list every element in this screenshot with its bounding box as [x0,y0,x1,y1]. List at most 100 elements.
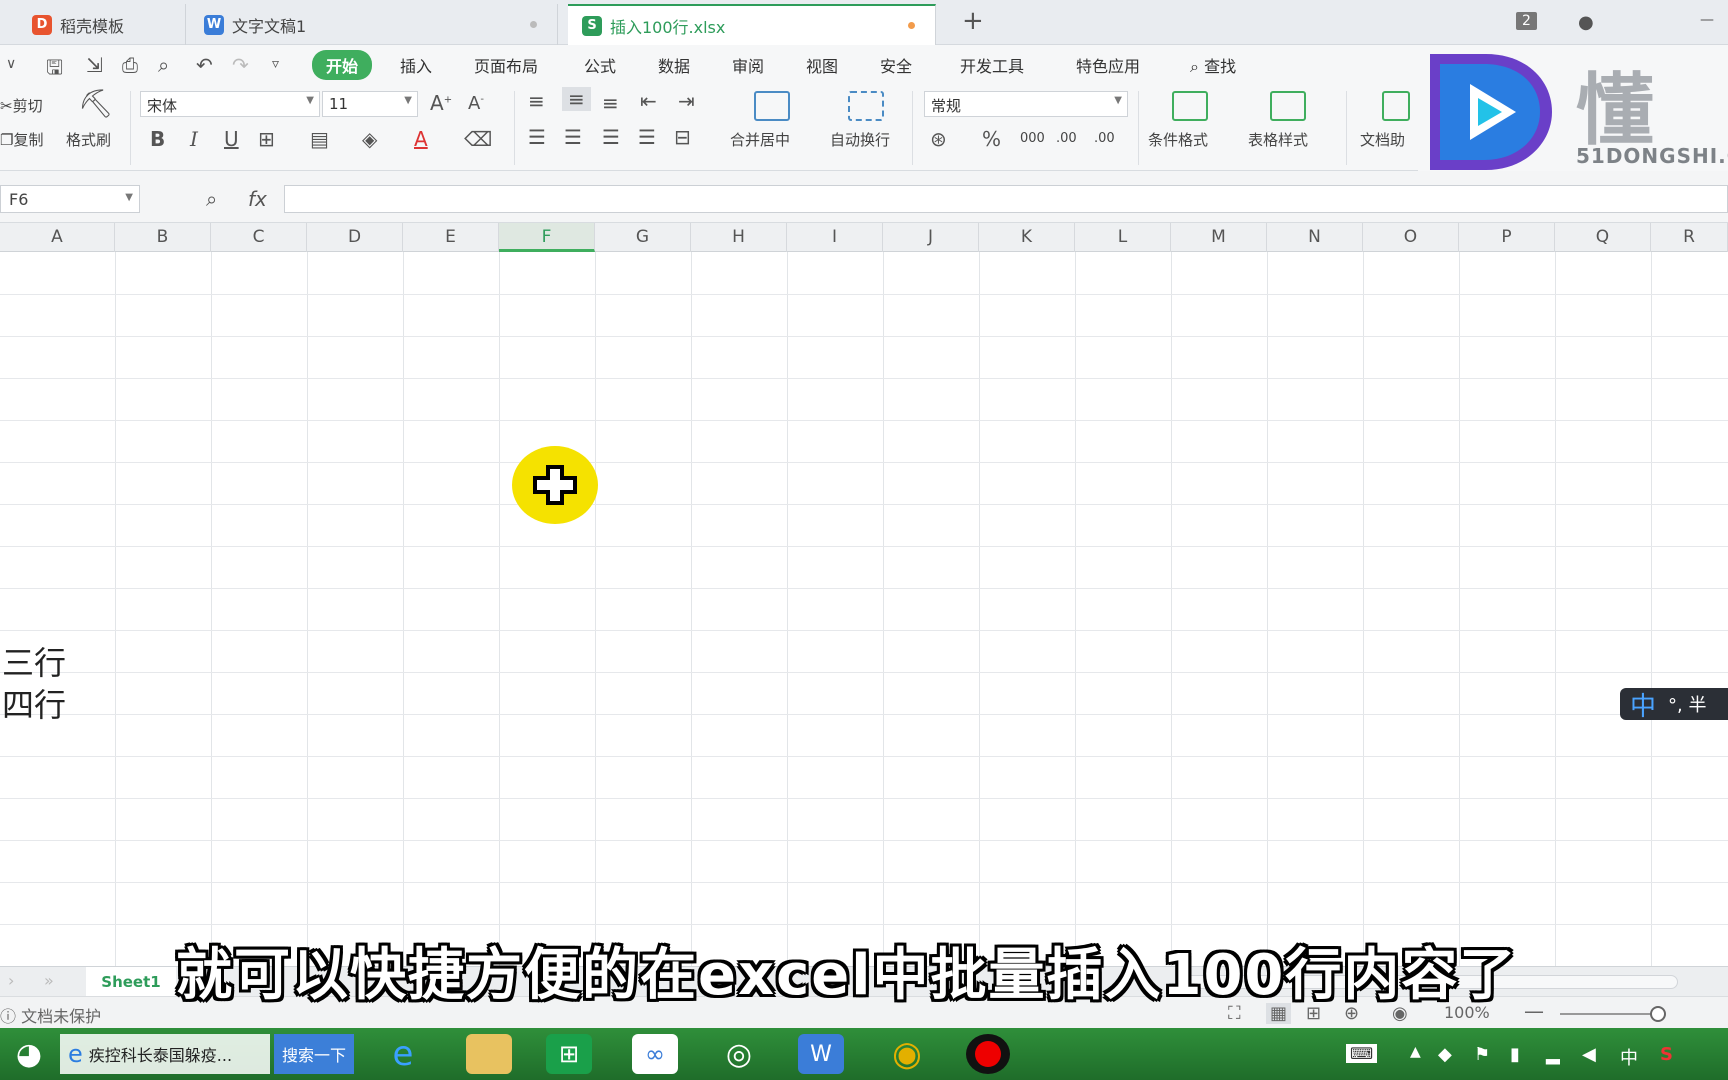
menu-special-features[interactable]: 特色应用 [1076,53,1140,77]
align-top-icon[interactable]: ≡ [528,89,545,113]
bold-button[interactable]: B [150,127,165,151]
tab-spreadsheet[interactable]: S 插入100行.xlsx [568,4,936,45]
increase-indent-icon[interactable]: ⇥ [678,89,695,113]
column-header-b[interactable]: B [115,223,211,252]
volume-icon[interactable]: ◀ [1582,1044,1596,1065]
keyboard-icon[interactable]: ⌨ [1346,1044,1378,1063]
spreadsheet-grid[interactable]: 三行 四行 [0,252,1728,970]
wrap-text-button[interactable]: 自动换行 [830,129,890,150]
column-header-k[interactable]: K [979,223,1075,252]
action-center-flag-icon[interactable]: ⚑ [1474,1044,1490,1065]
start-orb-icon[interactable]: ◕ [4,1034,54,1074]
tray-expand-icon[interactable]: ▲ [1410,1044,1421,1060]
column-header-l[interactable]: L [1075,223,1171,252]
360-browser-icon[interactable]: ◎ [716,1034,762,1074]
export-icon[interactable]: ⇲ [86,53,103,77]
column-header-g[interactable]: G [595,223,691,252]
merge-center-button[interactable]: 合并居中 [730,129,790,150]
align-center-icon[interactable]: ☰ [564,125,582,149]
document-assistant-button[interactable]: 文档助 [1360,129,1405,150]
increase-decimal-button[interactable]: .00 [1056,131,1077,146]
font-size-select[interactable]: 11 ▼ [322,91,418,117]
merge-center-icon[interactable] [754,91,790,121]
undo-icon[interactable]: ↶ [196,53,213,77]
taskbar-browser-window[interactable]: e 疾控科长泰国躲疫... [60,1034,270,1074]
formula-input[interactable] [284,185,1728,213]
decrease-font-button[interactable]: A- [468,93,484,114]
baidu-netdisk-icon[interactable]: ∞ [632,1034,678,1074]
distributed-align-icon[interactable]: ⊟ [674,125,691,149]
insert-function-button[interactable]: fx [248,187,267,211]
internet-explorer-icon[interactable]: e [380,1034,426,1074]
column-header-q[interactable]: Q [1555,223,1651,252]
column-header-j[interactable]: J [883,223,979,252]
italic-button[interactable]: I [190,127,198,151]
menu-insert[interactable]: 插入 [400,53,432,77]
taskbar-search-button[interactable]: 搜索一下 [274,1034,355,1074]
column-header-r[interactable]: R [1651,223,1728,252]
align-bottom-icon[interactable]: ≡ [602,91,619,115]
menu-view[interactable]: 视图 [806,53,838,77]
conditional-format-icon[interactable] [1172,91,1208,121]
currency-icon[interactable]: ⊛ [930,127,947,151]
thousands-separator-button[interactable]: 000 [1020,131,1045,146]
app-store-icon[interactable]: ⊞ [546,1034,592,1074]
window-count-badge[interactable]: 2 [1516,12,1537,30]
document-assistant-icon[interactable] [1382,91,1410,121]
print-preview-icon[interactable]: ⌕ [158,53,169,77]
number-format-select[interactable]: 常规 ▼ [924,91,1128,117]
column-header-c[interactable]: C [211,223,307,252]
column-header-o[interactable]: O [1363,223,1459,252]
wps-writer-icon[interactable]: W [798,1034,844,1074]
file-explorer-icon[interactable] [466,1034,512,1074]
customize-quick-access-icon[interactable]: ▿ [272,56,279,72]
cell-a-row3[interactable]: 三行 [2,638,66,684]
network-icon[interactable]: ▂ [1546,1044,1560,1065]
tab-writer-document[interactable]: W 文字文稿1 [190,4,558,45]
column-header-a[interactable]: A [0,223,115,252]
align-left-icon[interactable]: ☰ [528,125,546,149]
fill-color-icon[interactable]: ◈ [362,127,377,151]
cell-a-row4[interactable]: 四行 [2,680,66,726]
zoom-out-icon[interactable]: — [1524,999,1544,1023]
menu-review[interactable]: 审阅 [732,53,764,77]
menu-page-layout[interactable]: 页面布局 [474,53,538,77]
zoom-find-icon[interactable]: ⌕ [206,187,217,211]
zoom-slider-handle[interactable] [1650,1006,1666,1022]
menu-formulas[interactable]: 公式 [584,53,616,77]
column-header-e[interactable]: E [403,223,499,252]
copy-button[interactable]: ❐复制 [0,129,43,150]
column-header-p[interactable]: P [1459,223,1555,252]
cut-button[interactable]: ✂剪切 [0,95,43,116]
sheet-tab-sheet1[interactable]: Sheet1 [86,967,176,997]
chevron-down-icon[interactable]: ∨ [6,56,16,72]
border-icon[interactable]: ⊞ [258,127,275,151]
sheet-nav-last-icon[interactable]: » [44,971,54,990]
screen-recorder-icon[interactable] [966,1034,1010,1074]
battery-icon[interactable]: ▮ [1510,1044,1520,1065]
column-header-m[interactable]: M [1171,223,1267,252]
menu-start[interactable]: 开始 [312,50,373,80]
justify-icon[interactable]: ☰ [638,125,656,149]
tab-docer-templates[interactable]: D 稻壳模板 [18,4,186,45]
redo-icon[interactable]: ↷ [232,53,249,77]
table-style-icon[interactable] [1270,91,1306,121]
name-box[interactable]: F6 ▼ [0,185,140,213]
ime-status[interactable]: 中 °, 半 [1620,688,1728,722]
user-avatar-icon[interactable]: ● [1578,12,1594,33]
underline-button[interactable]: U [224,127,239,151]
zoom-slider[interactable] [1560,1013,1660,1015]
chrome-icon[interactable]: ◉ [884,1034,930,1074]
column-header-f[interactable]: F [499,223,595,252]
print-icon[interactable]: ⎙ [122,53,138,77]
new-tab-button[interactable]: + [962,6,984,36]
align-middle-icon[interactable]: ≡ [562,87,591,111]
column-header-i[interactable]: I [787,223,883,252]
column-header-d[interactable]: D [307,223,403,252]
tray-app-icon[interactable]: ◆ [1438,1044,1452,1065]
align-right-icon[interactable]: ☰ [602,125,620,149]
percent-button[interactable]: % [982,127,1001,151]
minimize-icon[interactable]: — [1700,12,1714,28]
sheet-nav-prev-icon[interactable]: › [8,971,14,990]
wrap-text-icon[interactable] [848,91,884,121]
